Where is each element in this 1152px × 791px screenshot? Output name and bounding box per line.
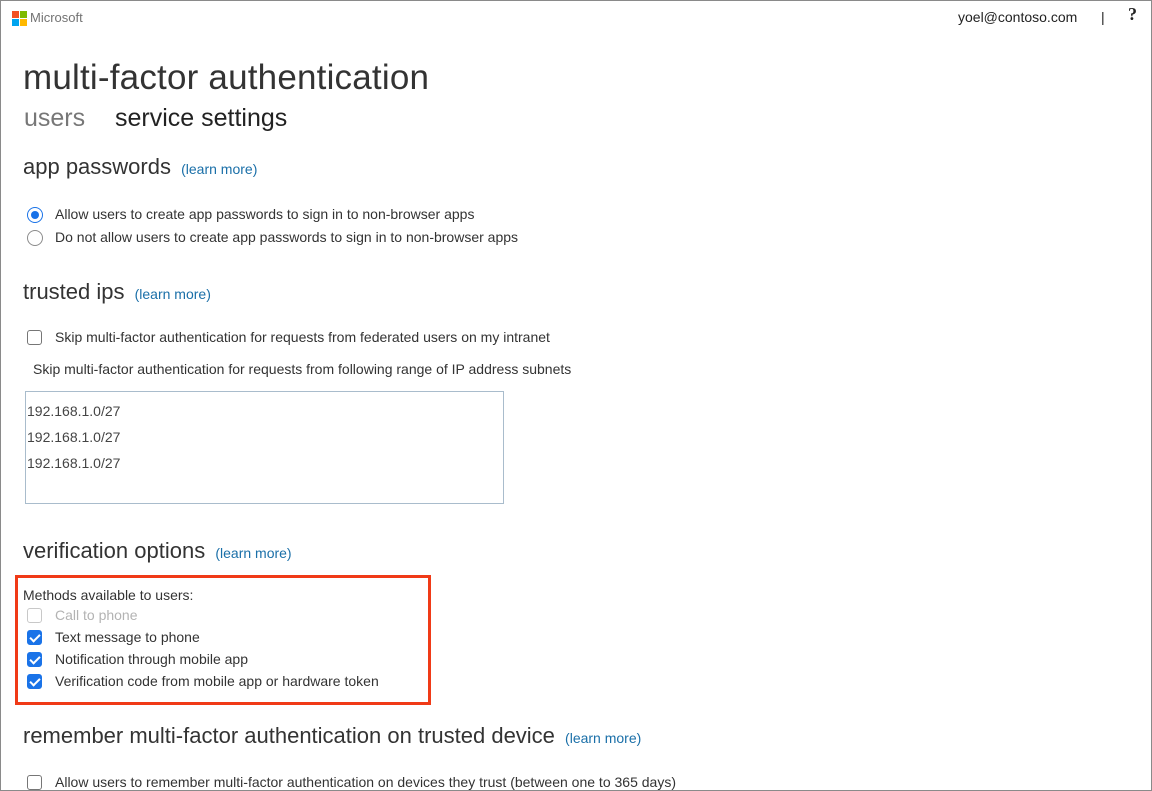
help-icon[interactable]: ?: [1128, 4, 1137, 25]
call-to-phone-label: Call to phone: [55, 607, 138, 623]
remember-mfa-learn-more-link[interactable]: (learn more): [565, 730, 641, 746]
text-message-checkbox[interactable]: [27, 630, 42, 645]
page-title: multi-factor authentication: [23, 58, 430, 97]
allow-app-passwords-label: Allow users to create app passwords to s…: [55, 206, 475, 222]
verification-code-checkbox[interactable]: [27, 674, 42, 689]
brand-name: Microsoft: [30, 10, 83, 25]
ip-subnet-line: 192.168.1.0/27: [27, 403, 121, 419]
remember-mfa-heading: remember multi-factor authentication on …: [23, 723, 641, 749]
federated-users-checkbox[interactable]: [27, 330, 42, 345]
user-account-menu[interactable]: yoel@contoso.com: [958, 9, 1077, 25]
subnet-range-label: Skip multi-factor authentication for req…: [33, 361, 572, 377]
remember-mfa-title: remember multi-factor authentication on …: [23, 723, 555, 748]
disallow-app-passwords-radio[interactable]: [27, 230, 43, 246]
methods-available-label: Methods available to users:: [23, 587, 194, 603]
verification-options-title: verification options: [23, 538, 206, 563]
verification-options-heading: verification options (learn more): [23, 538, 292, 564]
ip-subnet-line: 192.168.1.0/27: [27, 455, 121, 471]
mobile-app-notification-checkbox[interactable]: [27, 652, 42, 667]
mobile-app-notification-label: Notification through mobile app: [55, 651, 249, 667]
header-separator: |: [1101, 9, 1105, 25]
ip-subnet-line: 192.168.1.0/27: [27, 429, 121, 445]
tab-service-settings[interactable]: service settings: [115, 104, 287, 133]
ip-subnets-textarea[interactable]: 192.168.1.0/27 192.168.1.0/27 192.168.1.…: [25, 391, 504, 504]
trusted-ips-title: trusted ips: [23, 279, 125, 304]
app-passwords-heading: app passwords (learn more): [23, 154, 257, 180]
allow-app-passwords-radio[interactable]: [27, 207, 43, 223]
trusted-ips-learn-more-link[interactable]: (learn more): [135, 286, 211, 302]
verification-code-label: Verification code from mobile app or har…: [55, 673, 379, 689]
remember-mfa-checkbox[interactable]: [27, 775, 42, 790]
text-message-label: Text message to phone: [55, 629, 200, 645]
disallow-app-passwords-label: Do not allow users to create app passwor…: [55, 229, 519, 245]
tab-users[interactable]: users: [24, 104, 85, 133]
remember-mfa-label: Allow users to remember multi-factor aut…: [55, 774, 676, 790]
call-to-phone-checkbox: [27, 608, 42, 623]
app-passwords-learn-more-link[interactable]: (learn more): [181, 161, 257, 177]
microsoft-logo-icon: [12, 11, 27, 26]
federated-users-label: Skip multi-factor authentication for req…: [55, 329, 550, 345]
verification-options-learn-more-link[interactable]: (learn more): [215, 545, 291, 561]
app-passwords-title: app passwords: [23, 154, 171, 179]
top-bar: Microsoft yoel@contoso.com | ?: [1, 1, 1151, 35]
trusted-ips-heading: trusted ips (learn more): [23, 279, 211, 305]
mfa-settings-page: Microsoft yoel@contoso.com | ? multi-fac…: [0, 0, 1152, 791]
